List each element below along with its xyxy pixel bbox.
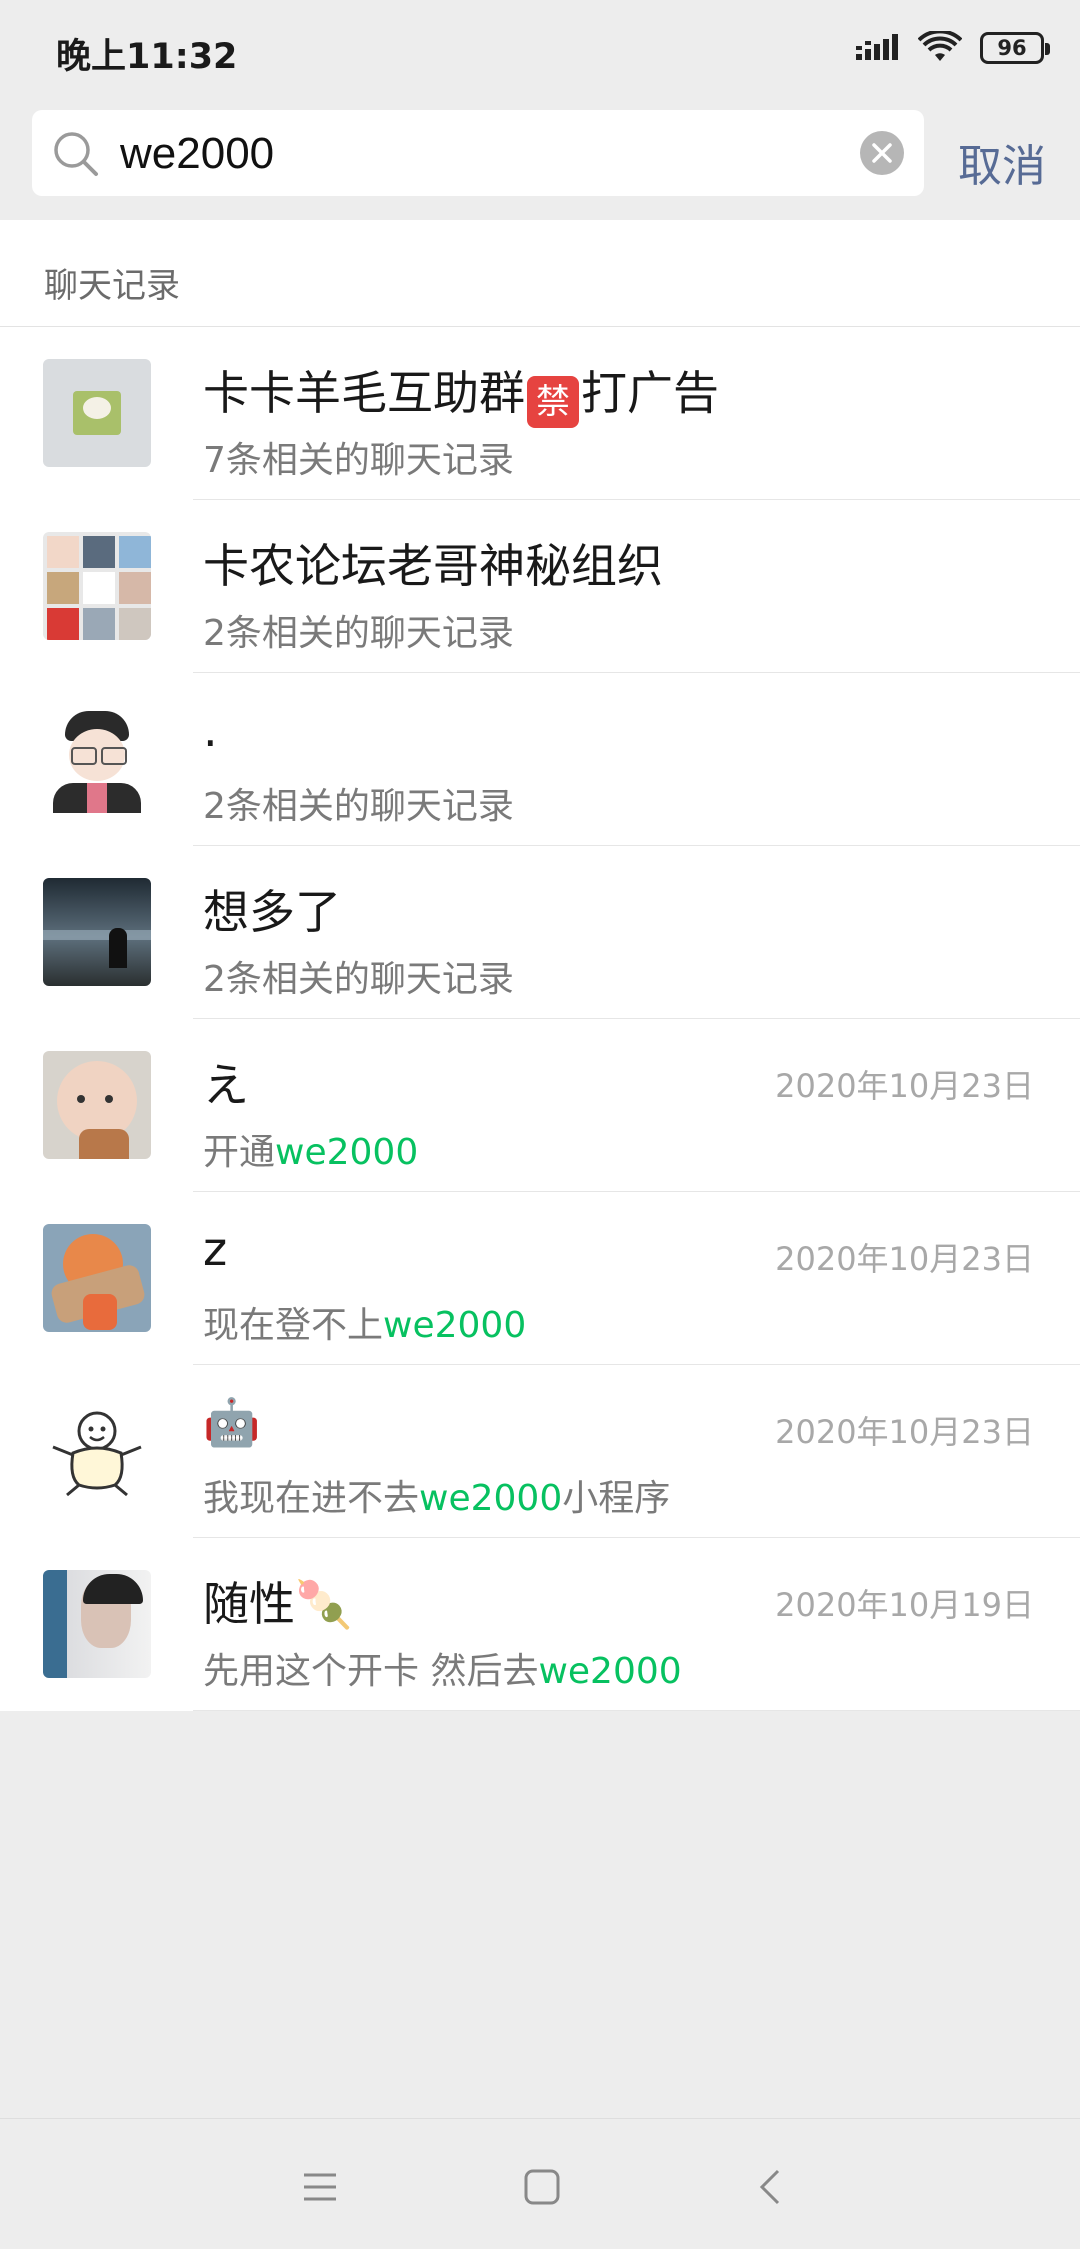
cancel-button[interactable]: 取消 (958, 130, 1046, 194)
avatar (43, 878, 151, 986)
chat-title-text: 卡卡羊毛互助群 (203, 366, 525, 420)
snippet-highlight: we2000 (275, 1132, 419, 1173)
snippet-text: 我现在进不去 (203, 1478, 420, 1519)
status-icons: 96 (856, 28, 1050, 68)
chat-message-snippet: 先用这个开卡 然后去we2000 (203, 1642, 682, 1694)
back-chevron-icon (759, 2169, 780, 2205)
chat-match-count: 7条相关的聊天记录 (203, 440, 514, 481)
snippet-text: 开通 (203, 1132, 276, 1173)
ban-badge-icon: 禁 (527, 376, 579, 428)
chat-title: 卡卡羊毛互助群禁打广告 (203, 357, 719, 428)
section-header: 聊天记录 (0, 220, 1080, 327)
avatar (43, 1570, 151, 1678)
chat-message-snippet: 开通we2000 (203, 1123, 418, 1175)
avatar (43, 1051, 151, 1159)
chat-title: . (203, 703, 218, 757)
avatar (43, 1224, 151, 1332)
chat-title: 想多了 (203, 885, 341, 939)
avatar (43, 1397, 151, 1505)
battery-level: 96 (997, 36, 1027, 60)
battery-indicator: 96 (980, 32, 1050, 64)
chat-result-item[interactable]: 卡农论坛老哥神秘组织 2条相关的聊天记录 (0, 500, 1080, 673)
chat-title: z (203, 1222, 228, 1276)
snippet-highlight: we2000 (538, 1651, 682, 1692)
snippet-text: 先用这个开卡 然后去 (203, 1651, 539, 1692)
snippet-highlight: we2000 (419, 1478, 563, 1519)
message-date: 2020年10月23日 (775, 1413, 1034, 1451)
avatar (43, 359, 151, 467)
snippet-text: 现在登不上 (203, 1305, 384, 1346)
group-avatar (43, 532, 151, 640)
divider (193, 1710, 1080, 1711)
message-date: 2020年10月23日 (775, 1240, 1034, 1278)
chat-title-tail: 打广告 (581, 366, 719, 420)
search-bar: 取消 (0, 96, 1080, 220)
chat-result-item[interactable]: 🤖 我现在进不去we2000小程序 2020年10月23日 (0, 1365, 1080, 1538)
chat-match-count: 2条相关的聊天记录 (203, 613, 514, 654)
status-bar: 晚上11:32 96 (0, 0, 1080, 96)
search-results: 聊天记录 卡卡羊毛互助群禁打广告 7条相关的聊天记录 卡农论坛老哥神秘组织 2条… (0, 220, 1080, 1711)
chat-match-count: 2条相关的聊天记录 (203, 959, 514, 1000)
status-time: 晚上11:32 (56, 37, 238, 77)
chat-result-item[interactable]: え 开通we2000 2020年10月23日 (0, 1019, 1080, 1192)
dango-emoji-icon: 🍡 (295, 1577, 353, 1631)
snippet-highlight: we2000 (383, 1305, 527, 1346)
menu-button[interactable] (292, 2159, 348, 2215)
home-square-icon (524, 2169, 560, 2205)
close-icon (872, 143, 892, 163)
search-input[interactable] (118, 120, 822, 188)
snippet-text-tail: 小程序 (562, 1478, 671, 1519)
section-title: 聊天记录 (44, 266, 180, 306)
signal-icon (856, 34, 898, 60)
chat-title: え (203, 1058, 249, 1112)
chat-match-count: 2条相关的聊天记录 (203, 786, 514, 827)
message-date: 2020年10月19日 (775, 1586, 1034, 1624)
chat-title-text: 随性 (203, 1577, 295, 1631)
system-nav-bar (0, 2118, 1080, 2249)
chat-message-snippet: 现在登不上we2000 (203, 1296, 526, 1348)
search-box[interactable] (32, 110, 924, 196)
avatar (43, 705, 151, 813)
message-date: 2020年10月23日 (775, 1067, 1034, 1105)
back-button[interactable] (742, 2159, 798, 2215)
menu-icon (304, 2173, 336, 2201)
search-icon (54, 132, 98, 176)
chat-result-item[interactable]: 卡卡羊毛互助群禁打广告 7条相关的聊天记录 (0, 327, 1080, 500)
wifi-icon (918, 31, 962, 61)
clear-search-icon[interactable] (860, 131, 904, 175)
chat-result-item[interactable]: 随性🍡 先用这个开卡 然后去we2000 2020年10月19日 (0, 1538, 1080, 1711)
home-button[interactable] (514, 2159, 570, 2215)
chat-title: 卡农论坛老哥神秘组织 (203, 539, 663, 593)
chat-title: 随性🍡 (203, 1568, 352, 1634)
doodle-avatar-icon (52, 1411, 142, 1497)
chat-result-item[interactable]: z 现在登不上we2000 2020年10月23日 (0, 1192, 1080, 1365)
chat-result-item[interactable]: . 2条相关的聊天记录 (0, 673, 1080, 846)
chat-message-snippet: 我现在进不去we2000小程序 (203, 1469, 670, 1521)
chat-result-item[interactable]: 想多了 2条相关的聊天记录 (0, 846, 1080, 1019)
chat-title: 🤖 (203, 1395, 261, 1449)
